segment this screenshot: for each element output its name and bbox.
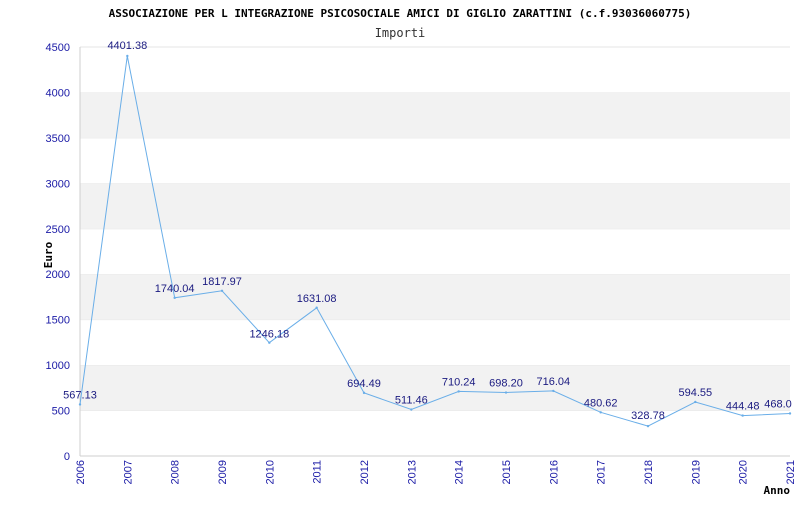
y-tick-label: 4000 — [46, 87, 70, 99]
x-tick-label: 2008 — [170, 460, 182, 484]
y-tick-label: 2500 — [46, 224, 70, 236]
data-label: 1246.18 — [249, 329, 289, 341]
data-point — [410, 408, 413, 411]
grid-band — [80, 274, 790, 320]
data-label: 710.24 — [442, 376, 476, 388]
x-tick-label: 2018 — [643, 460, 655, 484]
y-tick-label: 500 — [52, 406, 70, 418]
data-label: 698.20 — [489, 378, 523, 390]
data-label: 444.48 — [726, 401, 760, 413]
x-tick-label: 2021 — [785, 460, 797, 484]
data-point — [220, 289, 224, 292]
data-point — [741, 414, 744, 417]
x-tick-label: 2009 — [217, 460, 229, 484]
data-point — [694, 400, 697, 404]
data-point — [646, 424, 650, 428]
x-tick-label: 2015 — [501, 460, 513, 484]
y-tick-label: 3000 — [46, 178, 70, 190]
data-point — [788, 412, 792, 415]
data-label: 1817.97 — [202, 276, 242, 288]
data-point — [315, 306, 318, 309]
data-label: 567.13 — [63, 389, 97, 401]
data-label: 1631.08 — [297, 293, 337, 305]
data-label: 328.78 — [631, 410, 665, 422]
y-tick-label: 3500 — [46, 133, 70, 145]
y-tick-label: 1000 — [46, 360, 70, 372]
grid-band — [80, 410, 790, 456]
x-tick-labels: 2006 2007 2008 2009 2010 2011 2012 2013 2014 2015… — [75, 460, 797, 484]
grid-band — [80, 183, 790, 229]
data-label: 511.46 — [395, 395, 428, 407]
x-tick-label: 2017 — [596, 460, 608, 484]
data-point — [126, 54, 129, 58]
y-tick-label: 1500 — [46, 315, 70, 327]
x-tick-label: 2011 — [312, 460, 324, 484]
x-axis-label: Anno — [764, 484, 791, 497]
x-tick-label: 2006 — [75, 460, 87, 484]
grid-band — [80, 137, 790, 184]
x-tick-label: 2010 — [264, 460, 276, 484]
data-label: 480.62 — [584, 397, 618, 409]
grid-band — [80, 47, 790, 93]
data-point — [78, 403, 82, 406]
data-label: 716.04 — [537, 376, 571, 388]
x-tick-label: 2013 — [406, 460, 418, 484]
data-label: 694.49 — [347, 378, 381, 390]
data-label: 594.55 — [679, 387, 713, 399]
x-tick-label: 2016 — [548, 460, 560, 484]
chart-title: ASSOCIAZIONE PER L INTEGRAZIONE PSICOSOC… — [109, 7, 692, 20]
data-label: 4401.38 — [107, 40, 147, 52]
x-tick-label: 2014 — [454, 460, 466, 484]
chart: ASSOCIAZIONE PER L INTEGRAZIONE PSICOSOC… — [0, 0, 800, 500]
data-point — [268, 341, 271, 344]
x-tick-label: 2012 — [359, 460, 371, 484]
chart-svg: ASSOCIAZIONE PER L INTEGRAZIONE PSICOSOC… — [42, 7, 797, 497]
grid-band — [80, 92, 790, 138]
data-point — [552, 389, 555, 393]
y-axis-label: Euro — [42, 241, 55, 268]
y-tick-label: 2000 — [46, 269, 70, 281]
chart-subtitle: Importi — [375, 26, 426, 40]
grid-band — [80, 228, 790, 275]
data-point — [504, 391, 508, 394]
data-point — [362, 391, 366, 395]
data-label: 468.0 — [764, 398, 792, 410]
grid-band — [80, 319, 790, 366]
data-label: 1740.04 — [155, 283, 195, 295]
y-tick-label: 4500 — [46, 42, 70, 54]
x-tick-label: 2020 — [738, 460, 750, 484]
x-tick-label: 2007 — [122, 460, 134, 484]
data-point — [599, 411, 602, 414]
y-tick-label: 0 — [64, 451, 70, 463]
x-tick-label: 2019 — [690, 460, 702, 484]
data-point — [173, 296, 176, 300]
data-point — [457, 390, 460, 393]
